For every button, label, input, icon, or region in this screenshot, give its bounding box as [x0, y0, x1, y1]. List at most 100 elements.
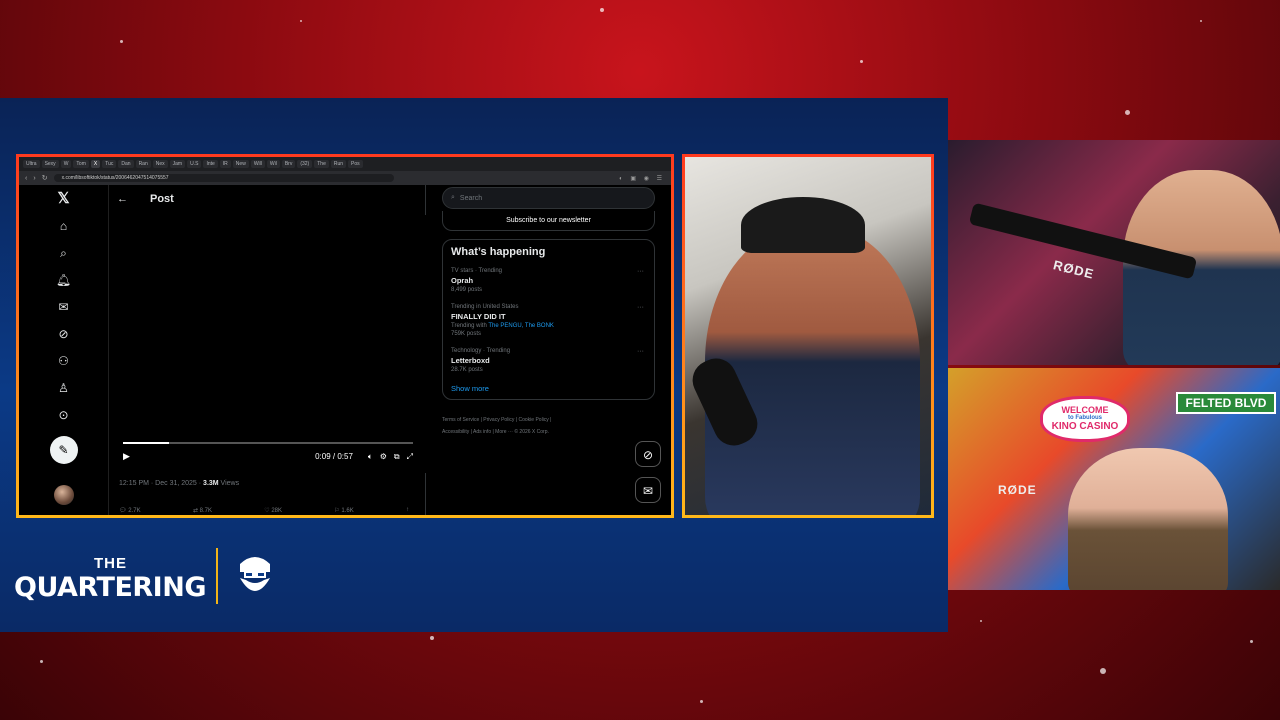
volume-icon[interactable]: 🔈︎ [368, 452, 373, 462]
trend-item[interactable]: Technology · Trending Letterboxd 28.7K p… [451, 348, 646, 373]
tab-bar: Ultra Sexy W Tom X Tuc Dan Ran Nex Jam U.S Inte IR Ne… [19, 157, 671, 171]
trend-name: Oprah [451, 276, 474, 285]
cap-icon [741, 197, 865, 253]
trend-category: TV stars · Trending [451, 268, 503, 274]
browser-tab[interactable]: Brv [281, 160, 296, 168]
browser-tab[interactable]: Jam [169, 160, 186, 168]
search-icon[interactable]: ⌕ [56, 245, 72, 261]
welcome-sign: WELCOME to Fabulous KINO CASINO [1040, 396, 1130, 442]
browser-tab[interactable]: X [90, 160, 101, 168]
grok-icon[interactable]: ⊘ [56, 326, 72, 342]
video-player[interactable]: ▶ 0:09 / 0:57 🔈︎ ⚙ ⧉ ⤢ [109, 215, 426, 473]
newsletter-button[interactable]: Subscribe to our newsletter [442, 211, 655, 231]
back-arrow-icon[interactable]: ← [117, 193, 128, 205]
trend-name: Letterboxd [451, 356, 490, 365]
street-sign: FELTED BLVD [1176, 392, 1276, 414]
browser-tab[interactable]: W [60, 160, 72, 168]
trend-item[interactable]: TV stars · Trending Oprah 8,499 posts ··… [451, 268, 646, 293]
browser-tab[interactable]: New [232, 160, 249, 168]
video-progress-fill [123, 442, 170, 444]
guest-webcam-bottom: WELCOME to Fabulous KINO CASINO FELTED B… [948, 368, 1280, 590]
reload-icon[interactable]: ↻ [42, 174, 48, 182]
browser-tab[interactable]: Ran [135, 160, 151, 168]
bearded-mascot-icon [240, 557, 270, 591]
browser-tab[interactable]: Will [250, 160, 265, 168]
grok-fab-icon[interactable]: ⊘ [635, 441, 661, 467]
browser-tab[interactable]: Tuc [102, 160, 117, 168]
browser-tab[interactable]: Inte [203, 160, 218, 168]
video-controls: ▶ 0:09 / 0:57 🔈︎ ⚙ ⧉ ⤢ [123, 451, 413, 462]
browser-tab[interactable]: Run [330, 160, 347, 168]
logo-the: THE [94, 555, 127, 572]
logo-wordmark: QUARTERING [14, 572, 206, 603]
trending-panel: What’s happening TV stars · Trending Opr… [442, 239, 655, 400]
browser-tab[interactable]: The [314, 160, 329, 168]
trend-count: 8,499 posts [451, 287, 483, 293]
mic-brand-label: RØDE [998, 483, 1037, 497]
more-icon[interactable]: ⊙ [56, 407, 72, 423]
footer-links-2[interactable]: Accessibility | Ads info | More ··· © 20… [442, 426, 655, 438]
trend-more-icon[interactable]: ··· [637, 304, 644, 311]
address-bar: ‹ › ↻ x.com/libsoftiktok/status/20064620… [19, 171, 671, 185]
show-more-link[interactable]: Show more [451, 384, 646, 393]
channel-logo: THE QUARTERING [14, 555, 206, 603]
video-progress-bar[interactable] [123, 442, 413, 444]
trend-count: 759K posts [451, 331, 482, 337]
post-header: ← Post [109, 185, 425, 213]
browser-tab[interactable]: Ultra [23, 160, 40, 168]
trend-links[interactable]: The PENGU, The BONK [488, 323, 554, 329]
settings-icon[interactable]: ⚙ [380, 452, 387, 461]
play-icon[interactable]: ▶ [123, 451, 130, 462]
x-sidebar: 𝕏 ⌂ ⌕ 🔔︎ ✉ ⊘ ⚇ ♙ ⊙ ✎ [19, 185, 109, 515]
like-button[interactable]: ♡ 28K [264, 507, 282, 514]
trend-count: 28.7K posts [451, 367, 483, 373]
logo-divider [216, 548, 218, 604]
repost-button[interactable]: ⇄ 8.7K [193, 507, 212, 514]
browser-tab[interactable]: IR [219, 160, 231, 168]
bell-icon[interactable]: 🔔︎ [56, 272, 72, 288]
trend-more-icon[interactable]: ··· [637, 268, 644, 275]
post-views-label: Views [218, 480, 240, 487]
home-icon[interactable]: ⌂ [56, 218, 72, 234]
communities-icon[interactable]: ⚇ [56, 353, 72, 369]
guest-webcam-top: RØDE [948, 140, 1280, 365]
compose-icon[interactable]: ✎ [49, 436, 78, 464]
post-views-count: 3.3M [203, 480, 219, 487]
footer-links-1[interactable]: Terms of Service | Privacy Policy | Cook… [442, 414, 655, 426]
x-logo-icon[interactable]: 𝕏 [56, 191, 72, 207]
extensions-icon[interactable]: ◐ ▣ ◉ ☰ [619, 175, 665, 182]
profile-icon[interactable]: ♙ [56, 380, 72, 396]
browser-tab[interactable]: Dan [118, 160, 134, 168]
browser-tab[interactable]: Sexy [41, 160, 59, 168]
share-button[interactable]: ↑ [406, 507, 409, 514]
avatar[interactable] [53, 485, 74, 505]
trending-title: What’s happening [451, 246, 546, 258]
video-time: 0:09 / 0:57 [315, 452, 353, 461]
x-right-column: ⌕ Search Subscribe to our newsletter Wha… [426, 185, 671, 515]
pip-icon[interactable]: ⧉ [394, 452, 400, 462]
browser-tab[interactable]: Tom [73, 160, 89, 168]
forward-nav-icon[interactable]: › [33, 175, 35, 182]
messages-fab-icon[interactable]: ✉ [635, 477, 661, 503]
post-actions: 💬︎ 2.7K ⇄ 8.7K ♡ 28K ⚐ 1.6K ↑ [119, 507, 409, 514]
trend-item[interactable]: Trending in United States FINALLY DID IT… [451, 304, 646, 337]
page-title: Post [150, 193, 174, 205]
mail-icon[interactable]: ✉ [56, 299, 72, 315]
fullscreen-icon[interactable]: ⤢ [407, 452, 413, 462]
browser-tab[interactable]: Nex [152, 160, 168, 168]
host-person [705, 227, 920, 515]
browser-tab[interactable]: Wil [266, 160, 280, 168]
post-timestamp: 12:15 PM · Dec 31, 2025 · [119, 480, 204, 487]
trend-category: Trending in United States [451, 304, 519, 310]
browser-tab[interactable]: U.S [187, 160, 202, 168]
url-field[interactable]: x.com/libsoftiktok/status/20064620475140… [53, 174, 394, 182]
reply-button[interactable]: 💬︎ 2.7K [119, 507, 141, 514]
browser-tab[interactable]: Pos [348, 160, 363, 168]
back-nav-icon[interactable]: ‹ [25, 175, 27, 182]
search-input[interactable]: ⌕ Search [442, 187, 655, 209]
trend-more-icon[interactable]: ··· [637, 348, 644, 355]
bookmark-button[interactable]: ⚐ 1.6K [334, 507, 353, 514]
trend-name: FINALLY DID IT [451, 312, 506, 321]
x-footer: Terms of Service | Privacy Policy | Cook… [442, 414, 655, 438]
browser-tab[interactable]: (32) [297, 160, 313, 168]
